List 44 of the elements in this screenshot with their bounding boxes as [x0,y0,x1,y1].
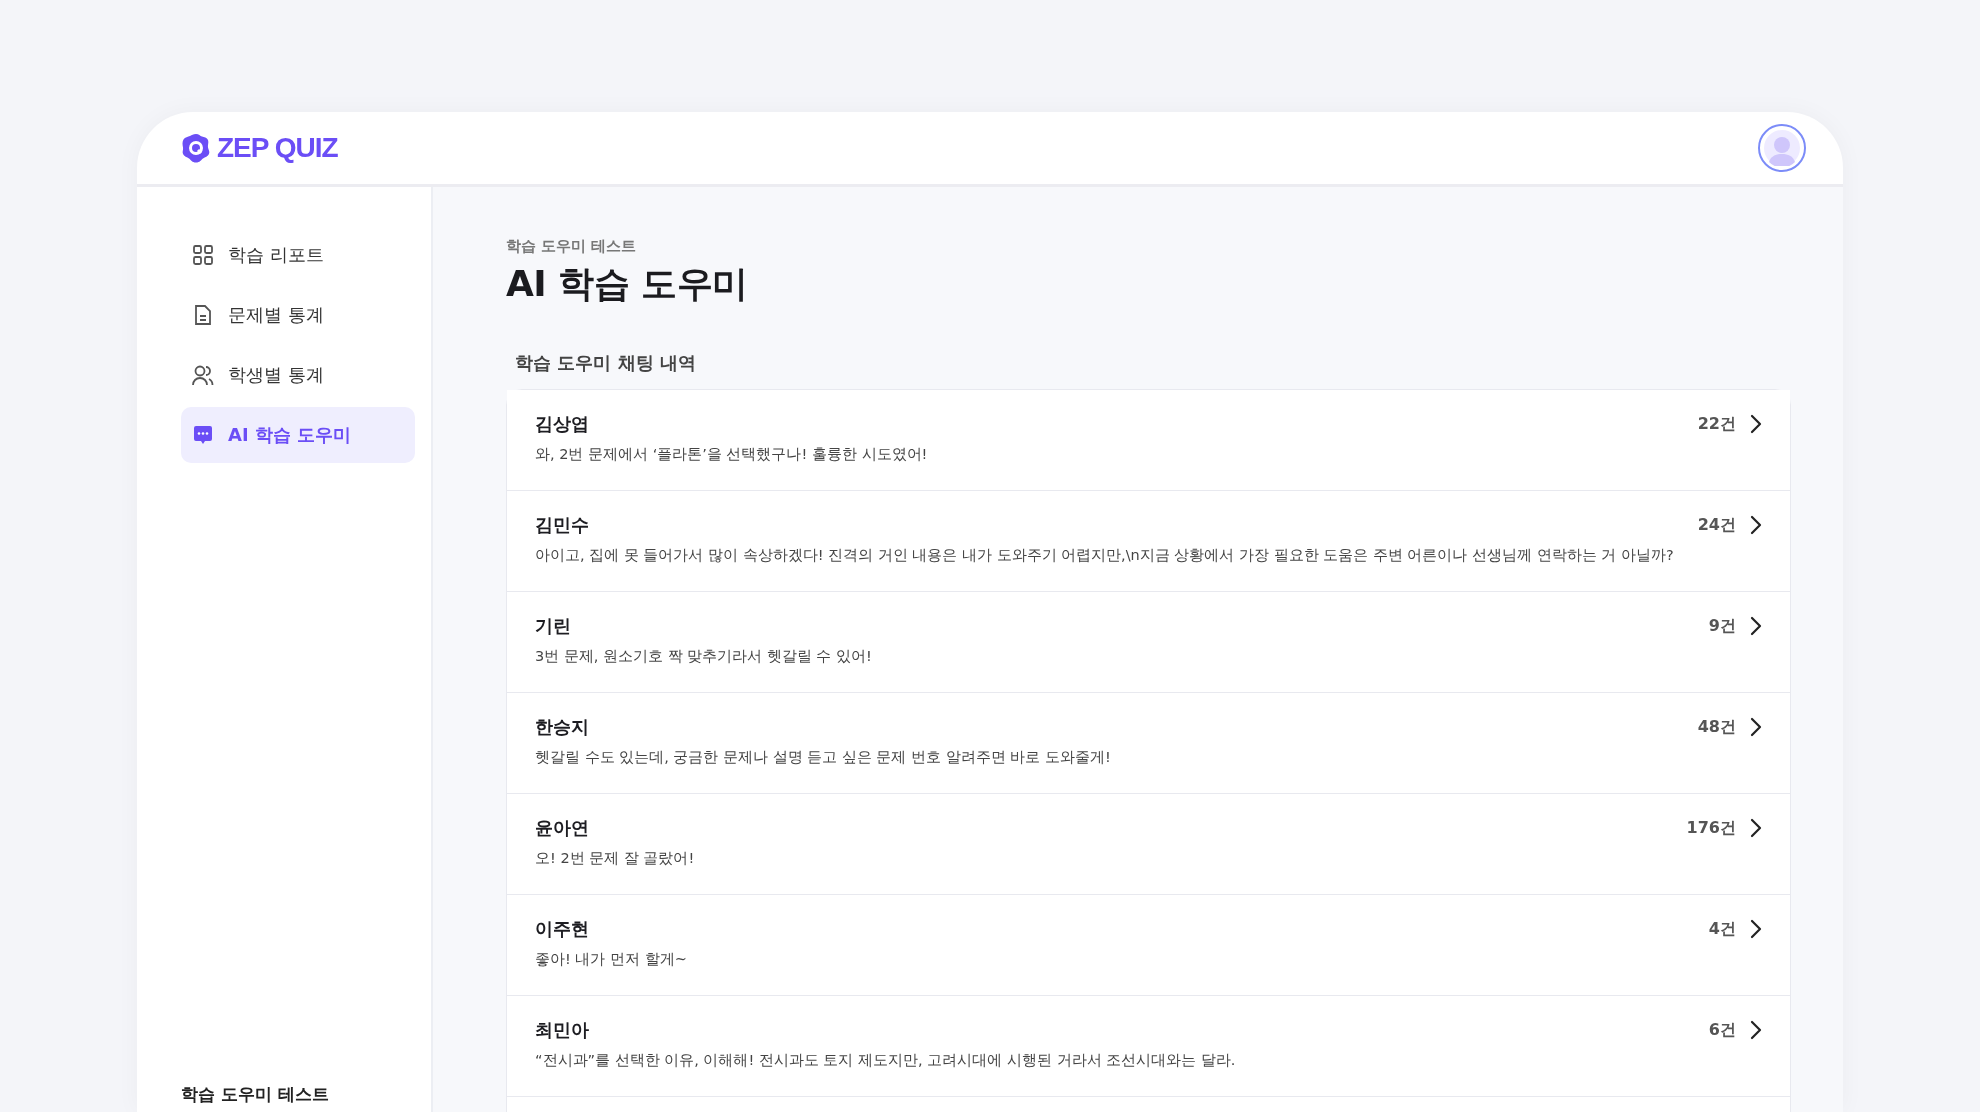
avatar[interactable] [1758,124,1806,172]
users-icon [192,364,214,386]
chevron-right-icon [1750,414,1762,434]
student-name: 윤아연 [535,816,590,840]
student-name: 이주현 [535,917,590,941]
chevron-right-icon [1750,515,1762,535]
chat-message: 아이고, 집에 못 들어가서 많이 속상하겠다! 진격의 거인 내용은 내가 도와주기 어렵지만,\n지금 상황에서 가장 필요한 도움은 주변 어른이나 선생님께 연락하는 거 아닐까? [535,546,1675,565]
message-count: 4건 [1708,919,1736,940]
chat-message: “전시과”를 선택한 이유, 이해해! 전시과도 토지 제도지만, 고려시대에 시행된 거라서 조선시대와는 달라. [535,1051,1237,1070]
chat-message: 와, 2번 문제에서 ‘플라톤’을 선택했구나! 훌륭한 시도였어! [535,445,929,464]
document-icon [192,304,214,326]
page-title: AI 학습 도우미 [506,262,749,306]
breadcrumb: 학습 도우미 테스트 [506,237,638,256]
chat-icon [192,424,214,446]
student-name: 한승지 [535,715,590,739]
student-name: 최민아 [535,1018,590,1042]
logo-text: ZEP QUIZ [217,132,338,164]
chat-message: 좋아! 내가 먼저 할게~ [535,950,688,969]
grid-icon [192,244,214,266]
sidebar-item[interactable]: AI 학습 도우미 [181,407,415,463]
chat-message: 오! 2번 문제 잘 골랐어! [535,849,696,868]
chevron-right-icon [1750,717,1762,737]
message-count: 9건 [1708,616,1736,637]
chat-message: 3번 문제, 원소기호 짝 맞추기라서 헷갈릴 수 있어! [535,647,873,666]
message-count: 22건 [1697,414,1736,435]
message-count: 6건 [1708,1020,1736,1041]
chevron-right-icon [1750,818,1762,838]
section-title: 학습 도우미 채팅 내역 [515,351,697,375]
message-count: 48건 [1697,717,1736,738]
sidebar-item[interactable]: 학습 리포트 [181,227,415,283]
logo-icon [181,133,211,163]
message-count: 176건 [1686,818,1736,839]
person-silhouette-icon [1764,130,1800,166]
chat-message: 헷갈릴 수도 있는데, 궁금한 문제나 설명 듣고 싶은 문제 번호 알려주면 바로 도와줄게! [535,748,1112,767]
chevron-right-icon [1750,919,1762,939]
student-name: 김상엽 [535,412,590,436]
sidebar-item[interactable]: 문제별 통계 [181,287,415,343]
chevron-right-icon [1750,1020,1762,1040]
student-name: 김민수 [535,513,590,537]
sidebar-item[interactable]: 학생별 통계 [181,347,415,403]
chevron-right-icon [1750,616,1762,636]
student-name: 기린 [535,614,572,638]
message-count: 24건 [1697,515,1736,536]
sidebar-footer-text: 학습 도우미 테스트 [181,1083,330,1106]
